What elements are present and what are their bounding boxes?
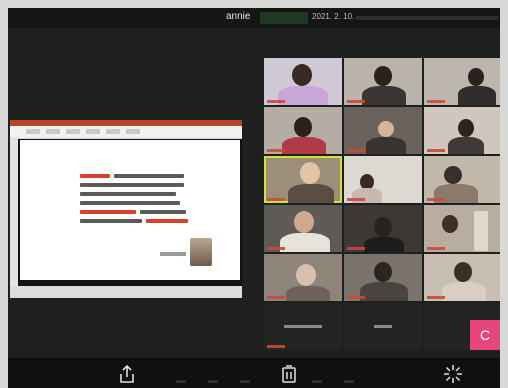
participant-video-tile[interactable]: [344, 205, 422, 252]
presentation-ribbon: [10, 126, 242, 139]
participant-video-tile[interactable]: [344, 107, 422, 154]
presentation-status-bar: [10, 286, 242, 298]
toolbar-button[interactable]: [176, 380, 186, 383]
participant-video-tile[interactable]: [424, 58, 500, 105]
participant-tile-camera-off[interactable]: [344, 303, 422, 350]
participant-video-tile[interactable]: [424, 156, 500, 203]
self-avatar[interactable]: C: [470, 320, 500, 350]
participant-gallery: C: [264, 58, 500, 352]
recording-indicator: [260, 12, 308, 24]
top-bar: annie 2021. 2. 10.: [8, 8, 500, 28]
participant-tile-camera-off[interactable]: [264, 303, 342, 350]
toolbar-button[interactable]: [312, 380, 322, 383]
participant-video-tile[interactable]: [264, 205, 342, 252]
top-bar-track: [356, 16, 498, 20]
participant-video-tile[interactable]: [424, 254, 500, 301]
shared-screen[interactable]: [10, 120, 242, 298]
toolbar-button[interactable]: [240, 380, 250, 383]
slide-photo: [190, 238, 212, 266]
participant-video-tile[interactable]: [264, 254, 342, 301]
participant-video-tile[interactable]: [344, 58, 422, 105]
participant-video-tile[interactable]: [424, 107, 500, 154]
participant-video-tile[interactable]: [344, 254, 422, 301]
presentation-slide: [20, 140, 240, 280]
meeting-date: 2021. 2. 10.: [312, 12, 355, 21]
toolbar-button[interactable]: [344, 380, 354, 383]
meeting-window: annie 2021. 2. 10. C: [8, 8, 500, 388]
participant-video-tile-active[interactable]: [264, 156, 342, 203]
participant-video-tile[interactable]: [264, 107, 342, 154]
slide-thumbnail-pane: [10, 139, 18, 286]
meeting-user-name: annie: [226, 11, 251, 22]
meeting-toolbar: [8, 358, 500, 388]
participant-video-tile[interactable]: [344, 156, 422, 203]
participant-video-tile[interactable]: [264, 58, 342, 105]
toolbar-button[interactable]: [208, 380, 218, 383]
sparkle-icon[interactable]: [442, 363, 464, 385]
participants-icon[interactable]: [280, 364, 298, 384]
share-icon[interactable]: [118, 364, 136, 384]
participant-video-tile[interactable]: [424, 205, 500, 252]
